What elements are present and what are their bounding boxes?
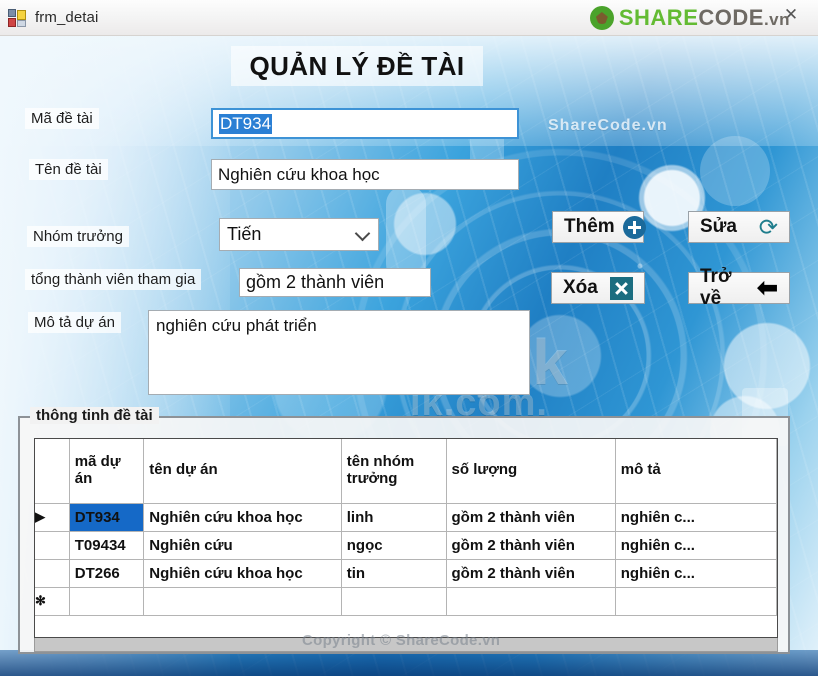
add-button[interactable]: Thêm — [552, 211, 646, 243]
cell-mo-ta[interactable]: nghiên c... — [615, 503, 777, 532]
mo-ta-du-an-textarea[interactable]: nghiên cứu phát triển — [148, 310, 530, 395]
application-window: ShareCode.vn eepik ik.com. frm_detai ✕ S… — [0, 0, 818, 676]
window-title: frm_detai — [35, 9, 99, 26]
datagrid-table: mã dự án tên dự án tên nhóm trưởng số lư… — [35, 439, 777, 616]
col-header-so-luong[interactable]: số lượng — [446, 439, 616, 504]
page-title: QUẢN LÝ ĐỀ TÀI — [231, 46, 483, 86]
row-marker-icon — [35, 531, 70, 560]
cell-mo-ta[interactable]: nghiên c... — [615, 531, 777, 560]
tong-thanh-vien-input[interactable]: gồm 2 thành viên — [239, 268, 431, 297]
chevron-down-icon — [354, 225, 371, 241]
cell-ma-du-an[interactable]: T09434 — [69, 531, 145, 560]
ten-de-tai-input[interactable]: Nghiên cứu khoa học — [211, 159, 519, 190]
sharecode-logo: SHARECODE.vn — [589, 5, 790, 31]
add-button-label: Thêm — [564, 216, 615, 237]
cell-ten-du-an[interactable] — [143, 587, 342, 616]
cell-so-luong[interactable]: gồm 2 thành viên — [446, 559, 616, 588]
col-header-ten-du-an[interactable]: tên dự án — [143, 439, 342, 504]
label-ten-de-tai: Tên đề tài — [29, 159, 108, 180]
back-button[interactable]: Trở về ⬅ — [688, 266, 790, 309]
label-nhom-truong: Nhóm trưởng — [27, 226, 129, 247]
cell-ten-du-an[interactable]: Nghiên cứu — [143, 531, 342, 560]
delete-button[interactable]: Xóa — [551, 272, 645, 304]
ten-de-tai-value: Nghiên cứu khoa học — [218, 164, 380, 184]
label-tong-thanh-vien: tổng thành viên tham gia — [25, 269, 202, 290]
table-row[interactable]: T09434 Nghiên cứu ngọc gồm 2 thành viên … — [35, 531, 777, 560]
table-row[interactable]: DT266 Nghiên cứu khoa học tin gồm 2 thàn… — [35, 559, 777, 588]
ma-de-tai-value: DT934 — [219, 113, 273, 134]
edit-button[interactable]: Sửa ⟳ — [688, 211, 790, 243]
copyright-watermark: Copyright © ShareCode.vn — [302, 632, 501, 649]
cell-nhom-truong[interactable]: linh — [341, 503, 447, 532]
row-marker-icon — [35, 559, 70, 588]
cell-mo-ta[interactable] — [615, 587, 777, 616]
watermark-sharecode: ShareCode.vn — [548, 117, 668, 134]
nhom-truong-value: Tiến — [227, 224, 262, 244]
nhom-truong-select[interactable]: Tiến — [219, 218, 379, 251]
cell-ten-du-an[interactable]: Nghiên cứu khoa học — [143, 559, 342, 588]
tong-thanh-vien-value: gồm 2 thành viên — [246, 272, 385, 292]
cell-nhom-truong[interactable]: ngọc — [341, 531, 447, 560]
table-row-new[interactable]: ✻ — [35, 587, 777, 616]
logo-mark-icon — [589, 6, 614, 30]
label-mo-ta-du-an: Mô tả dự án — [28, 312, 121, 333]
cell-nhom-truong[interactable] — [341, 587, 447, 616]
edit-button-label: Sửa — [700, 216, 737, 237]
mo-ta-du-an-value: nghiên cứu phát triển — [156, 316, 317, 335]
new-row-asterisk-icon: ✻ — [35, 587, 70, 616]
datagrid-header-row: mã dự án tên dự án tên nhóm trưởng số lư… — [35, 439, 777, 504]
col-header-nhom-truong[interactable]: tên nhóm trưởng — [341, 439, 447, 504]
groupbox-title: thông tinh đề tài — [30, 407, 159, 424]
back-arrow-icon: ⬅ — [757, 273, 778, 302]
col-header-selector[interactable] — [35, 439, 70, 504]
col-header-mo-ta[interactable]: mô tả — [615, 439, 777, 504]
refresh-icon: ⟳ — [758, 213, 778, 240]
cell-ten-du-an[interactable]: Nghiên cứu khoa học — [143, 503, 342, 532]
col-header-ma-du-an[interactable]: mã dự án — [69, 439, 145, 504]
table-row[interactable]: ▶ DT934 Nghiên cứu khoa học linh gồm 2 t… — [35, 503, 777, 532]
ma-de-tai-input[interactable]: DT934 — [211, 108, 519, 139]
cell-nhom-truong[interactable]: tin — [341, 559, 447, 588]
background-shape — [700, 136, 770, 206]
row-marker-icon: ▶ — [35, 503, 70, 532]
cell-ma-du-an[interactable] — [69, 587, 145, 616]
cell-ma-du-an[interactable]: DT266 — [69, 559, 145, 588]
de-tai-groupbox: thông tinh đề tài mã dự án tên dự án tên… — [18, 407, 790, 654]
cell-so-luong[interactable]: gồm 2 thành viên — [446, 531, 616, 560]
close-x-icon — [610, 276, 633, 300]
cell-so-luong[interactable] — [446, 587, 616, 616]
page-title-text: QUẢN LÝ ĐỀ TÀI — [249, 50, 465, 81]
cell-mo-ta[interactable]: nghiên c... — [615, 559, 777, 588]
label-ma-de-tai: Mã đề tài — [25, 108, 99, 129]
logo-share-text: SHARE — [618, 5, 699, 30]
de-tai-datagrid[interactable]: mã dự án tên dự án tên nhóm trưởng số lư… — [34, 438, 778, 638]
logo-vn-text: .vn — [763, 10, 790, 29]
form-icon — [8, 8, 26, 27]
cell-ma-du-an[interactable]: DT934 — [69, 503, 145, 532]
cell-so-luong[interactable]: gồm 2 thành viên — [446, 503, 616, 532]
back-button-label: Trở về — [700, 266, 732, 309]
delete-button-label: Xóa — [563, 277, 598, 298]
logo-code-text: CODE — [698, 5, 764, 30]
logo-wordmark: SHARECODE.vn — [619, 5, 790, 31]
plus-circle-icon — [622, 215, 646, 239]
